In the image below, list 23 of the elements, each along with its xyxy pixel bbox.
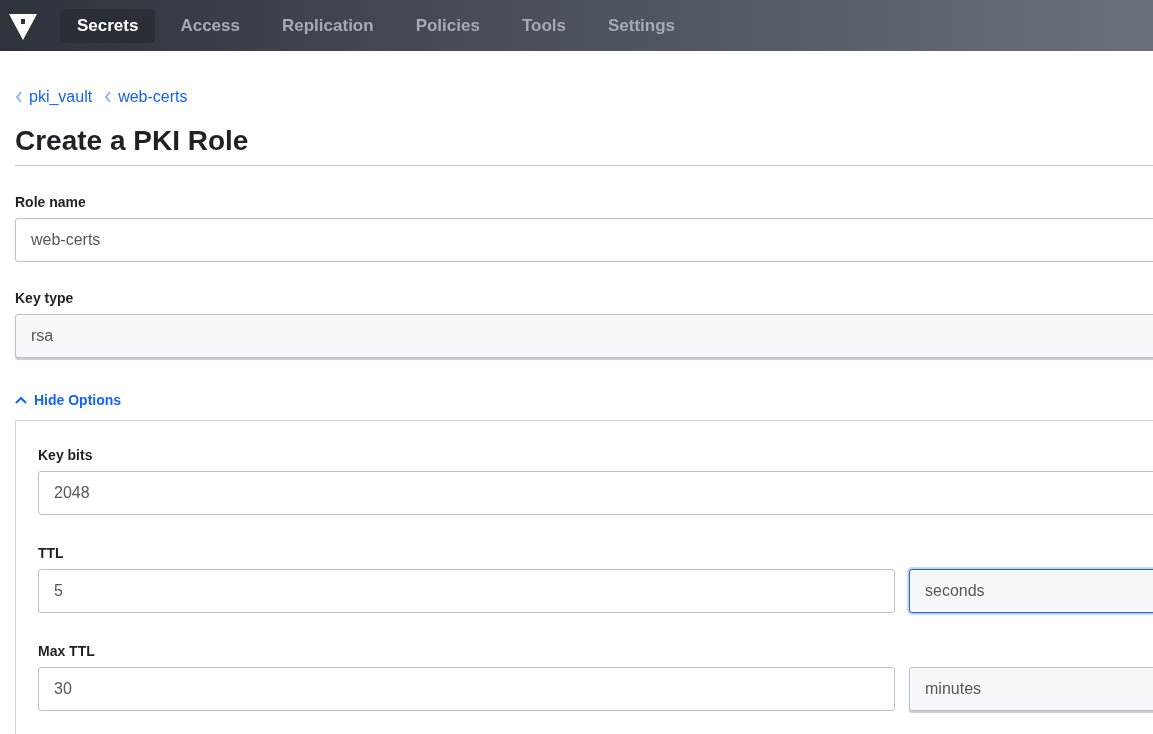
nav-tab[interactable]: Replication bbox=[265, 8, 391, 43]
chevron-left-icon bbox=[104, 91, 113, 103]
options-toggle[interactable]: Hide Options bbox=[15, 392, 1153, 408]
nav-tab[interactable]: Policies bbox=[398, 8, 497, 43]
breadcrumb-link[interactable]: web-certs bbox=[104, 88, 188, 106]
nav-tab[interactable]: Secrets bbox=[60, 8, 156, 43]
field-label: Key bits bbox=[38, 447, 94, 463]
text-input[interactable]: 5 bbox=[38, 569, 895, 613]
text-input[interactable]: 2048 bbox=[38, 471, 1153, 515]
text-input[interactable]: 30 bbox=[38, 667, 895, 711]
breadcrumb-link[interactable]: pki_vault bbox=[15, 88, 93, 106]
page-title: Create a PKI Role bbox=[15, 125, 1153, 166]
unit-select[interactable]: minutes bbox=[909, 667, 1153, 711]
chevron-left-icon bbox=[15, 91, 23, 103]
field-label: TTL bbox=[38, 545, 65, 561]
nav-tab[interactable]: Access bbox=[163, 8, 257, 43]
field-label: Role name bbox=[15, 194, 87, 210]
field-label: Key type bbox=[15, 290, 75, 306]
text-input[interactable]: web-certs bbox=[15, 218, 1153, 262]
field-label: Max TTL bbox=[38, 643, 96, 659]
chevron-up-icon bbox=[15, 396, 27, 404]
unit-select[interactable]: seconds bbox=[909, 569, 1153, 613]
select-field[interactable]: rsa bbox=[15, 314, 1153, 358]
